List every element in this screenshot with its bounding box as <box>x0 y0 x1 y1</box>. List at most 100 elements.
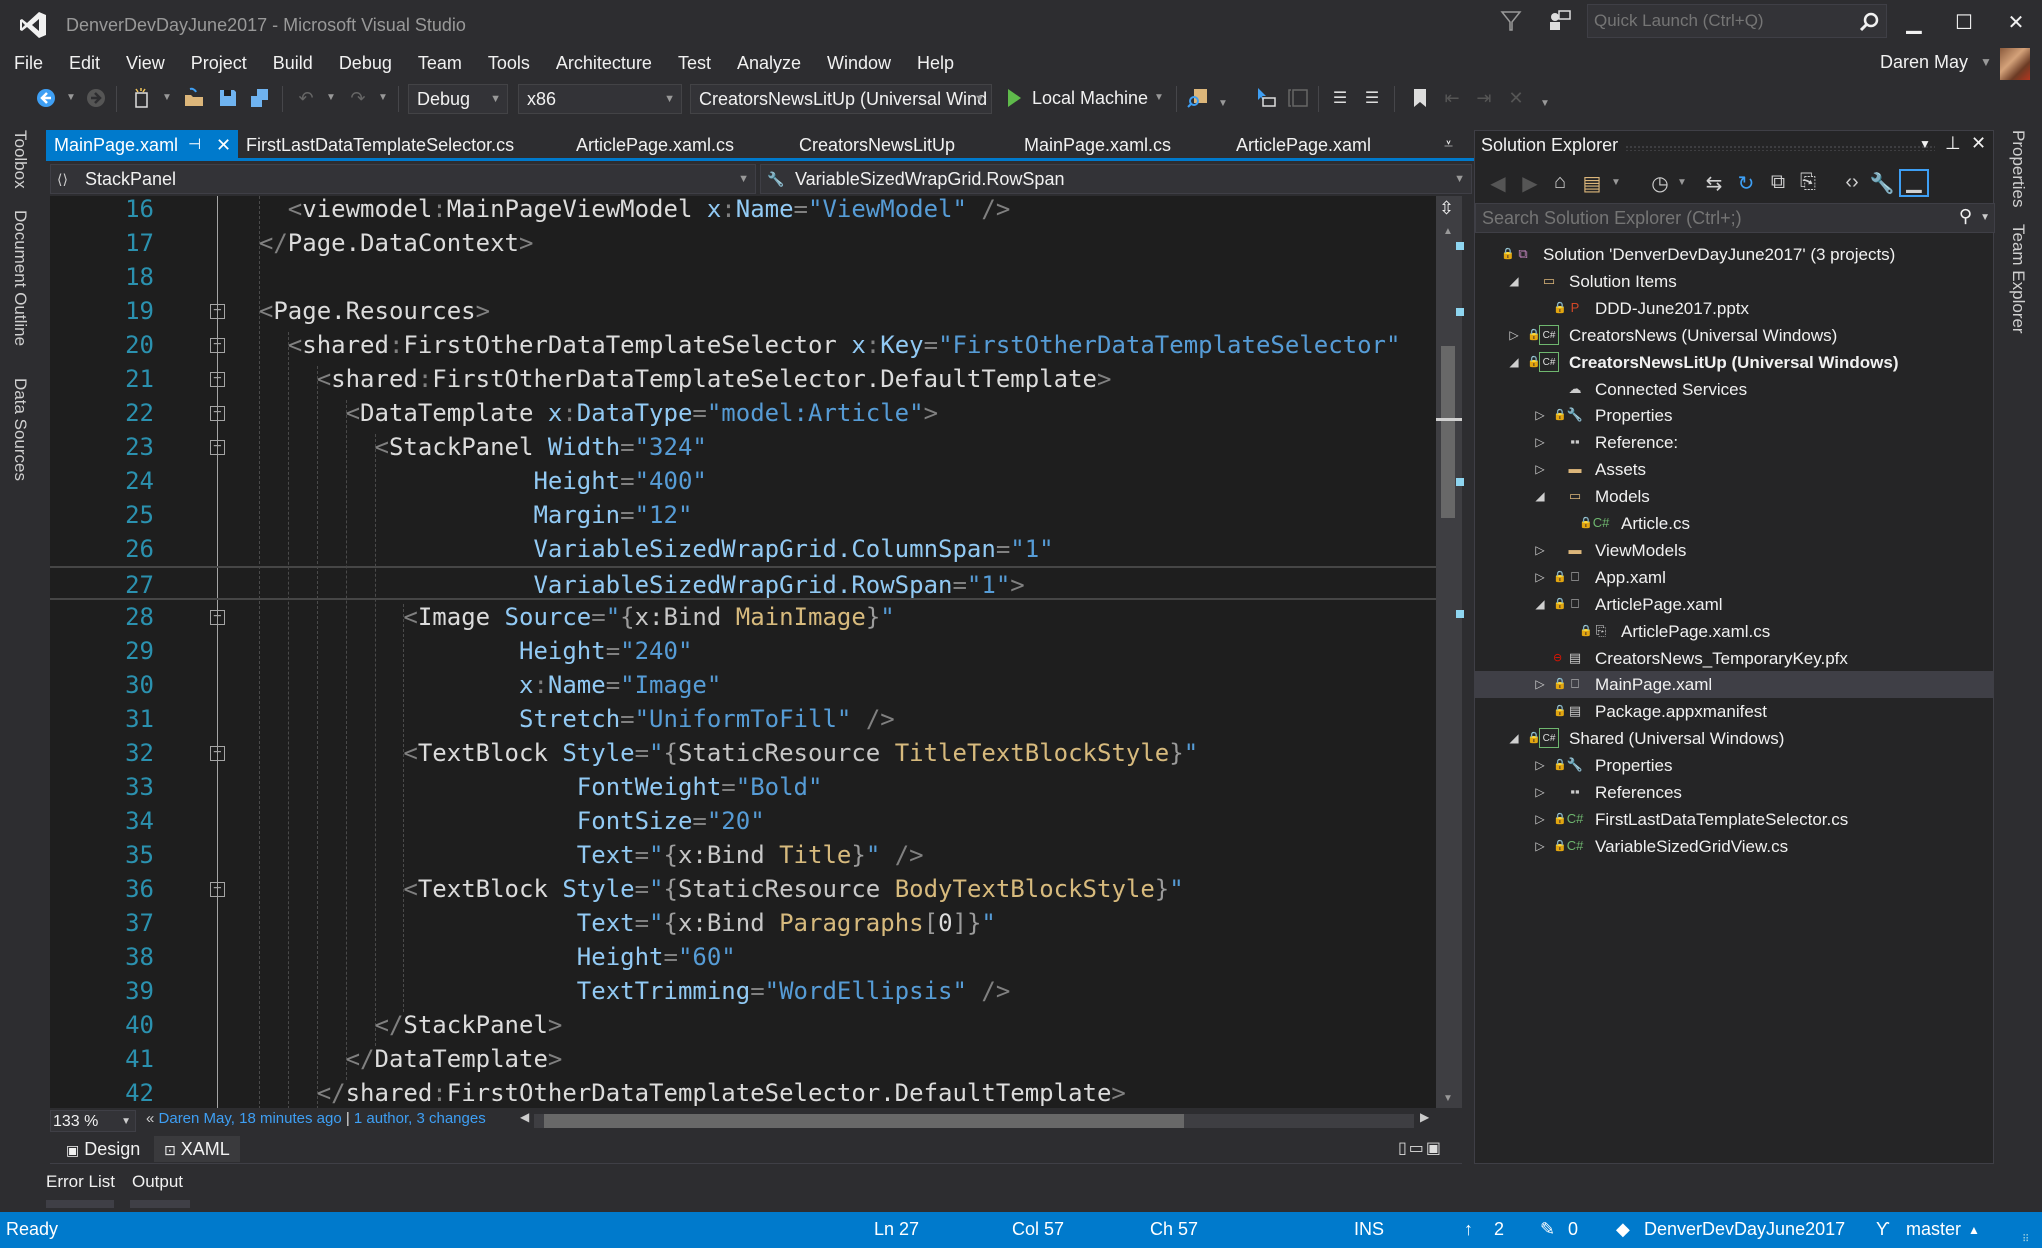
startup-project-dropdown[interactable]: CreatorsNewsLitUp (Universal Wind ▼ <box>690 84 992 114</box>
xaml-view-tab[interactable]: ⊡ XAML <box>154 1136 240 1162</box>
collapse-region-icon[interactable]: − <box>210 337 225 353</box>
expand-node-icon[interactable]: ▷ <box>1533 779 1547 806</box>
scroll-up-icon[interactable]: ▲ <box>1443 226 1453 237</box>
solution-tree-item[interactable]: 🔒 C# Article.cs <box>1475 510 1993 537</box>
configuration-dropdown[interactable]: Debug ▼ <box>408 84 508 114</box>
code-line[interactable]: 37 Text="{x:Bind Paragraphs[0]}" <box>50 906 1436 940</box>
code-line[interactable]: 31 Stretch="UniformToFill" /> <box>50 702 1436 736</box>
menu-project[interactable]: Project <box>178 48 260 78</box>
tab-mainpage-xaml-cs[interactable]: MainPage.xaml.cs <box>1024 130 1171 160</box>
expand-node-icon[interactable]: ▷ <box>1507 322 1521 349</box>
team-explorer-tab[interactable]: Team Explorer <box>2008 224 2028 334</box>
element-scope-dropdown[interactable]: ⟨⟩ StackPanel ▼ <box>50 164 756 194</box>
close-panel-icon[interactable]: ✕ <box>1971 133 1986 154</box>
expand-node-icon[interactable]: ▷ <box>1533 402 1547 429</box>
output-tab[interactable]: Output <box>132 1172 183 1192</box>
account-dropdown-icon[interactable]: ▼ <box>1980 55 1992 69</box>
branch-name[interactable]: master <box>1906 1219 1961 1240</box>
solution-tree-item[interactable]: ▷ 🔒 🔧 Properties <box>1475 402 1993 429</box>
filter-dropdown-icon[interactable]: ▼ <box>1669 177 1695 188</box>
code-line[interactable]: 41 </DataTemplate> <box>50 1042 1436 1076</box>
code-line[interactable]: 26 VariableSizedWrapGrid.ColumnSpan="1" <box>50 532 1436 566</box>
quick-launch-box[interactable] <box>1587 4 1887 38</box>
toolbar-overflow-icon[interactable]: ▼ <box>1218 98 1228 109</box>
sync-with-document-icon[interactable]: ⇆ <box>1701 171 1727 196</box>
code-line[interactable]: 39 TextTrimming="WordEllipsis" /> <box>50 974 1436 1008</box>
solution-tree-item[interactable]: ⊖ ▤ CreatorsNews_TemporaryKey.pfx <box>1475 645 1993 672</box>
solution-tree-item[interactable]: 🔒 ⎘ ArticlePage.xaml.cs <box>1475 618 1993 645</box>
menu-team[interactable]: Team <box>405 48 475 78</box>
menu-architecture[interactable]: Architecture <box>543 48 665 78</box>
code-line[interactable]: 38 Height="60" <box>50 940 1436 974</box>
expand-node-icon[interactable]: ▷ <box>1533 833 1547 860</box>
git-repository-icon[interactable]: ◆ <box>1616 1219 1630 1240</box>
view-code-icon[interactable]: ‹› <box>1839 171 1865 194</box>
panel-options-icon[interactable]: ▼ <box>1919 137 1931 151</box>
minimize-button[interactable]: ▁ <box>1894 6 1934 38</box>
toolbar-customize-icon[interactable]: ▼ <box>1540 98 1550 109</box>
solution-search-input[interactable] <box>1476 204 1946 232</box>
maximize-button[interactable]: ☐ <box>1944 6 1984 38</box>
new-project-icon[interactable] <box>130 86 154 110</box>
error-list-tab[interactable]: Error List <box>46 1172 115 1192</box>
run-target-dropdown-icon[interactable]: ▼ <box>1154 92 1164 103</box>
search-icon[interactable]: ⚲ <box>1959 206 1972 227</box>
collapse-region-icon[interactable]: − <box>210 439 225 455</box>
collapse-region-icon[interactable]: − <box>210 609 225 625</box>
code-line[interactable]: 20− <shared:FirstOtherDataTemplateSelecto… <box>50 328 1436 362</box>
panel-drag-handle[interactable] <box>1625 145 1935 151</box>
display-layout-adorners-icon[interactable] <box>1286 86 1310 110</box>
home-icon[interactable]: ⌂ <box>1547 171 1573 194</box>
outdent-icon[interactable]: ☰ <box>1328 86 1352 110</box>
close-window-button[interactable]: ✕ <box>1996 6 2036 38</box>
properties-icon[interactable]: 🔧 <box>1869 171 1895 196</box>
undo-dropdown-icon[interactable]: ▼ <box>326 92 336 103</box>
save-icon[interactable] <box>216 86 240 110</box>
code-line[interactable]: 32− <TextBlock Style="{StaticResource Tit… <box>50 736 1436 770</box>
menu-analyze[interactable]: Analyze <box>724 48 814 78</box>
branch-menu-icon[interactable]: ▲ <box>1968 1223 1980 1237</box>
code-line[interactable]: 21 − <shared:FirstOtherDataTemplateSelecto… <box>50 362 1436 396</box>
code-line[interactable]: 29 Height="240" <box>50 634 1436 668</box>
tab-mainpage-xaml[interactable]: MainPage.xaml ⊣ ✕ <box>46 130 238 160</box>
resize-grip-icon[interactable]: ⠿ <box>2022 1234 2029 1245</box>
design-view-tab[interactable]: ▣ Design <box>56 1136 150 1162</box>
notifications-filter-icon[interactable] <box>1498 8 1524 34</box>
zoom-dropdown[interactable]: 133 % ▼ <box>50 1110 136 1132</box>
select-element-icon[interactable] <box>1254 86 1278 110</box>
solution-tree-item[interactable]: ▷ 🔒 ⎕ App.xaml <box>1475 564 1993 591</box>
search-icon[interactable] <box>1858 11 1880 33</box>
pending-changes-icon[interactable]: ✎ <box>1540 1219 1555 1240</box>
solution-tree-item[interactable]: ◢ 🔒 C# CreatorsNewsLitUp (Universal Windows… <box>1475 349 1993 376</box>
menu-debug[interactable]: Debug <box>326 48 405 78</box>
open-file-icon[interactable] <box>182 86 206 110</box>
solution-tree-item[interactable]: ◢ ▭ Models <box>1475 483 1993 510</box>
collapse-node-icon[interactable]: ◢ <box>1533 591 1547 618</box>
solution-tree-item[interactable]: ▷ 🔒 C# VariableSizedGridView.cs <box>1475 833 1993 860</box>
account-name[interactable]: Daren May <box>1880 52 1968 73</box>
last-author-link[interactable]: Daren May, 18 minutes ago <box>159 1110 342 1127</box>
code-line[interactable]: 16 <viewmodel:MainPageViewModel x:Name="V… <box>50 196 1436 226</box>
show-all-files-icon[interactable]: ⎘ <box>1795 171 1821 194</box>
menu-file[interactable]: File <box>0 48 56 78</box>
code-line[interactable]: 35 Text="{x:Bind Title}" /> <box>50 838 1436 872</box>
vertical-scrollbar[interactable]: ⇳ ▲ ▼ <box>1436 196 1464 1108</box>
changes-link[interactable]: 1 author, 3 changes <box>354 1110 486 1127</box>
code-editor[interactable]: 16 <viewmodel:MainPageViewModel x:Name="V… <box>50 196 1436 1108</box>
solution-tree-item[interactable]: ▷ ▬ Assets <box>1475 456 1993 483</box>
code-line[interactable]: 36− <TextBlock Style="{StaticResource Bod… <box>50 872 1436 906</box>
collapse-node-icon[interactable]: ◢ <box>1533 483 1547 510</box>
expand-node-icon[interactable]: ▷ <box>1533 806 1547 833</box>
split-window-icon[interactable]: ⇳ <box>1439 198 1454 219</box>
document-outline-tab[interactable]: Document Outline <box>10 210 30 346</box>
tab-articlepage-xaml-cs[interactable]: ArticlePage.xaml.cs <box>576 130 734 160</box>
auto-hide-pin-icon[interactable]: ⊥ <box>1945 133 1961 154</box>
vertical-scroll-thumb[interactable] <box>1441 346 1455 518</box>
solution-tree-item[interactable]: ◢ 🔒 C# Shared (Universal Windows) <box>1475 725 1993 752</box>
code-line[interactable]: 34 FontSize="20" <box>50 804 1436 838</box>
code-line[interactable]: 42 </shared:FirstOtherDataTemplateSelecto… <box>50 1076 1436 1108</box>
repository-name[interactable]: DenverDevDayJune2017 <box>1644 1219 1845 1240</box>
data-sources-tab[interactable]: Data Sources <box>10 378 30 481</box>
code-line[interactable]: 27 VariableSizedWrapGrid.RowSpan="1"> <box>50 566 1436 600</box>
split-view-buttons[interactable]: ▯▭▣ <box>1398 1138 1443 1158</box>
